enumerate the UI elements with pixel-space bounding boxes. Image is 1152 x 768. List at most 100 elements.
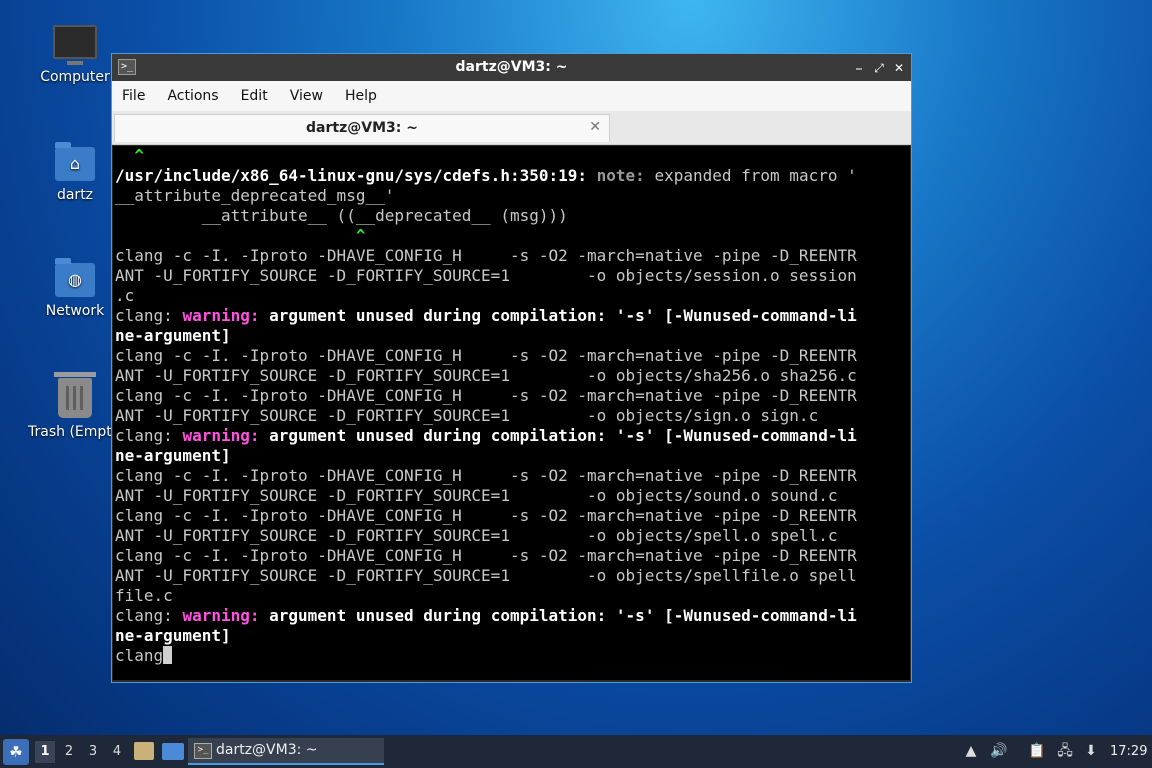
tab-close-icon[interactable]: ✕ [589,119,601,135]
terminal-line: ANT -U_FORTIFY_SOURCE -D_FORTIFY_SOURCE=… [113,486,910,506]
tab-label: dartz@VM3: ~ [306,120,418,136]
terminal-window[interactable]: >_ dartz@VM3: ~ ⎯ ⤢ ✕ File Actions Edit … [111,53,912,683]
workspace-2[interactable]: 2 [59,741,79,763]
menu-view[interactable]: View [290,88,323,104]
window-title: dartz@VM3: ~ [455,59,568,75]
terminal-text: /usr/include/x86_64-linux-gnu/sys/cdefs.… [115,166,597,185]
tab-bar: dartz@VM3: ~ ✕ [112,111,911,145]
terminal-text: clang -c -I. -Iproto -DHAVE_CONFIG_H -s … [115,246,857,265]
menubar: File Actions Edit View Help [112,81,911,111]
menu-file[interactable]: File [122,88,145,104]
terminal-line: ne-argument] [113,446,910,466]
terminal-line: clang -c -I. -Iproto -DHAVE_CONFIG_H -s … [113,546,910,566]
terminal-text: ANT -U_FORTIFY_SOURCE -D_FORTIFY_SOURCE=… [115,526,838,545]
workspace-4[interactable]: 4 [107,741,127,763]
terminal-line: .c [113,286,910,306]
menu-actions[interactable]: Actions [167,88,218,104]
terminal-line: file.c [113,586,910,606]
terminal-text: argument unused during compilation: '-s'… [259,606,857,625]
terminal-text: expanded from macro ' [644,166,857,185]
terminal-text: warning: [182,306,260,325]
terminal-text: clang -c -I. -Iproto -DHAVE_CONFIG_H -s … [115,346,857,365]
menu-edit[interactable]: Edit [241,88,268,104]
desktop-icon-label: dartz [56,187,94,203]
start-menu-button[interactable]: ☘ [3,739,29,765]
terminal-line: ^ [113,226,910,246]
network-folder-icon: ◍ [55,258,95,297]
tray-arrow-icon[interactable]: ▲ [962,742,980,760]
computer-icon [53,25,97,65]
terminal-line: ANT -U_FORTIFY_SOURCE -D_FORTIFY_SOURCE=… [113,366,910,386]
desktop-icon-network[interactable]: ◍ Network [25,258,125,319]
terminal-line: clang -c -I. -Iproto -DHAVE_CONFIG_H -s … [113,386,910,406]
terminal-text: clang: [115,306,183,325]
desktop-icon-label: Network [45,303,105,319]
menu-help[interactable]: Help [345,88,377,104]
terminal-line: ne-argument] [113,626,910,646]
terminal-text: ^ [134,146,144,165]
volume-icon[interactable]: 🔊 [990,742,1008,760]
terminal-text: ANT -U_FORTIFY_SOURCE -D_FORTIFY_SOURCE=… [115,486,838,505]
terminal-line: clang -c -I. -Iproto -DHAVE_CONFIG_H -s … [113,346,910,366]
terminal-line: clang: warning: argument unused during c… [113,426,910,446]
terminal-text: ANT -U_FORTIFY_SOURCE -D_FORTIFY_SOURCE=… [115,566,857,585]
terminal-line: clang -c -I. -Iproto -DHAVE_CONFIG_H -s … [113,466,910,486]
task-label: dartz@VM3: ~ [216,742,318,758]
terminal-line: __attribute_deprecated_msg__' [113,186,910,206]
terminal-text: argument unused during compilation: '-s'… [259,426,857,445]
desktop-icon-computer[interactable]: Computer [25,25,125,85]
terminal-text: __attribute__ ((__deprecated__ (msg))) [115,206,568,225]
taskbar: ☘ 1 2 3 4 >_ dartz@VM3: ~ ▲ 🔊 📋 🖧 ⬇ 17:2… [0,735,1152,768]
workspace-1[interactable]: 1 [35,741,55,763]
terminal-line: ANT -U_FORTIFY_SOURCE -D_FORTIFY_SOURCE=… [113,566,910,586]
terminal-line: ^ [113,146,910,166]
terminal-task-icon: >_ [194,743,212,759]
terminal-text: clang [115,646,164,665]
desktop-icon-home[interactable]: ⌂ dartz [25,142,125,203]
terminal-line: ne-argument] [113,326,910,346]
terminal-cursor [163,646,173,664]
close-button[interactable]: ✕ [891,60,907,76]
terminal-text: ANT -U_FORTIFY_SOURCE -D_FORTIFY_SOURCE=… [115,266,857,285]
clipboard-icon[interactable]: 📋 [1028,742,1046,760]
terminal-text: note: [596,166,645,185]
terminal-line: clang: warning: argument unused during c… [113,606,910,626]
window-titlebar[interactable]: >_ dartz@VM3: ~ ⎯ ⤢ ✕ [112,54,911,81]
terminal-line: ANT -U_FORTIFY_SOURCE -D_FORTIFY_SOURCE=… [113,526,910,546]
show-desktop-launcher[interactable] [162,743,184,760]
clock[interactable]: 17:29 [1110,735,1147,768]
terminal-line: ANT -U_FORTIFY_SOURCE -D_FORTIFY_SOURCE=… [113,406,910,426]
terminal-text: clang -c -I. -Iproto -DHAVE_CONFIG_H -s … [115,546,857,565]
file-manager-launcher[interactable] [134,742,154,760]
trash-icon [54,372,96,418]
desktop-icon-label: Computer [40,69,110,85]
terminal-text: argument unused during compilation: '-s'… [259,306,857,325]
terminal-text: ne-argument] [115,446,231,465]
terminal-line: ANT -U_FORTIFY_SOURCE -D_FORTIFY_SOURCE=… [113,266,910,286]
terminal-text: ^ [355,226,366,245]
update-icon[interactable]: ⬇ [1082,742,1100,760]
terminal-line: clang -c -I. -Iproto -DHAVE_CONFIG_H -s … [113,246,910,266]
terminal-text: ANT -U_FORTIFY_SOURCE -D_FORTIFY_SOURCE=… [115,406,819,425]
terminal-text: ANT -U_FORTIFY_SOURCE -D_FORTIFY_SOURCE=… [115,366,857,385]
terminal-line: clang -c -I. -Iproto -DHAVE_CONFIG_H -s … [113,506,910,526]
minimize-button[interactable]: ⎯ [851,60,867,76]
workspace-3[interactable]: 3 [83,741,103,763]
taskbar-task-terminal[interactable]: >_ dartz@VM3: ~ [188,738,384,765]
terminal-line: __attribute__ ((__deprecated__ (msg))) [113,206,910,226]
tab-terminal[interactable]: dartz@VM3: ~ ✕ [114,114,610,142]
home-folder-icon: ⌂ [55,142,95,181]
terminal-text: clang -c -I. -Iproto -DHAVE_CONFIG_H -s … [115,386,857,405]
terminal-line: clang: warning: argument unused during c… [113,306,910,326]
terminal-output[interactable]: ^/usr/include/x86_64-linux-gnu/sys/cdefs… [113,146,910,680]
terminal-text: warning: [182,606,260,625]
terminal-line: /usr/include/x86_64-linux-gnu/sys/cdefs.… [113,166,910,186]
terminal-text: ne-argument] [115,326,231,345]
network-icon[interactable]: 🖧 [1056,742,1074,760]
terminal-line: clang [113,646,910,666]
maximize-button[interactable]: ⤢ [871,60,887,76]
terminal-text: file.c [115,586,173,605]
terminal-text: clang -c -I. -Iproto -DHAVE_CONFIG_H -s … [115,466,857,485]
